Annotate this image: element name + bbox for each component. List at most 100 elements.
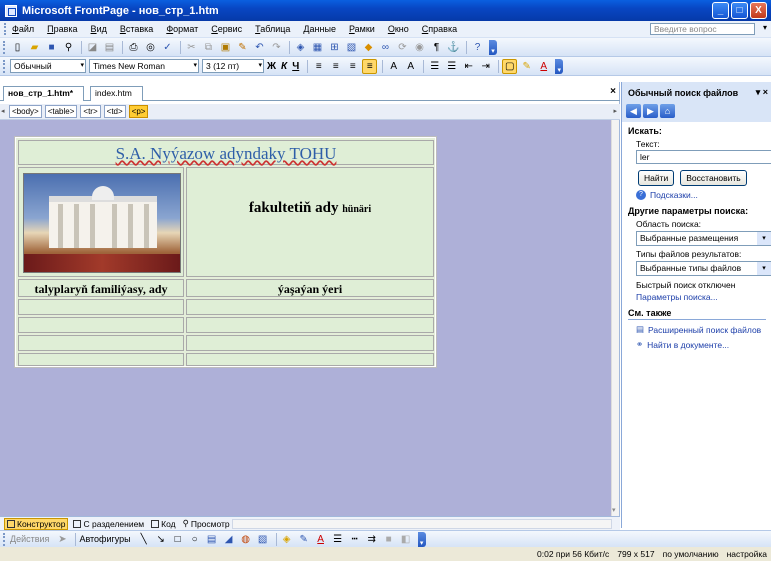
- tag-p[interactable]: <p>: [128, 105, 149, 118]
- paste-icon[interactable]: ▣: [218, 40, 233, 55]
- style-combobox[interactable]: Обычный ▾: [10, 59, 86, 73]
- tab-nov-str-1[interactable]: нов_стр_1.htm*: [3, 86, 85, 101]
- table-cell[interactable]: [18, 353, 184, 366]
- insert-layer-icon[interactable]: ⊞: [327, 40, 342, 55]
- align-left-icon[interactable]: ≡: [311, 59, 326, 74]
- hyperlink-icon[interactable]: ∞: [378, 40, 393, 55]
- copy-icon[interactable]: ⧉: [201, 40, 216, 55]
- find-button[interactable]: Найти: [638, 170, 675, 186]
- scroll-right-icon[interactable]: ▸: [613, 107, 617, 115]
- arrow-icon[interactable]: ↘: [154, 533, 168, 545]
- insert-picture-icon[interactable]: ▧: [344, 40, 359, 55]
- tag-tr[interactable]: <tr>: [80, 105, 101, 118]
- vertical-scrollbar[interactable]: ▾: [611, 120, 619, 516]
- decrease-font-icon[interactable]: A: [403, 59, 418, 74]
- bold-icon[interactable]: Ж: [267, 61, 276, 72]
- search-options-link[interactable]: Параметры поиска...: [636, 292, 766, 302]
- borders-icon[interactable]: ▢: [502, 58, 518, 74]
- web-component-icon[interactable]: ◈: [293, 40, 308, 55]
- new-page-icon[interactable]: ▯: [10, 40, 25, 55]
- underline-icon[interactable]: Ч: [292, 61, 299, 72]
- ask-question-input[interactable]: Введите вопрос: [650, 23, 755, 35]
- help-icon[interactable]: ?: [470, 40, 485, 55]
- task-pane-close-icon[interactable]: ▾ ×: [756, 87, 768, 98]
- ask-dropdown-icon[interactable]: ▾: [763, 23, 767, 32]
- scroll-left-icon[interactable]: ◂: [1, 107, 5, 115]
- menu-format[interactable]: Формат: [165, 23, 199, 35]
- page-layout-table[interactable]: S.A. Nyýazow adyndaky TOHU fakultetiň ad…: [14, 136, 437, 368]
- line-color-icon[interactable]: ✎: [297, 533, 311, 545]
- menu-tools[interactable]: Сервис: [210, 23, 243, 35]
- oval-icon[interactable]: ○: [188, 533, 202, 545]
- tag-table[interactable]: <table>: [44, 105, 78, 118]
- cut-icon[interactable]: ✂: [184, 40, 199, 55]
- toolbar-grip[interactable]: [3, 59, 6, 73]
- default-style[interactable]: по умолчанию: [663, 549, 719, 559]
- back-icon[interactable]: ◀: [626, 104, 641, 118]
- toolbar-options-icon[interactable]: ▾: [555, 58, 564, 74]
- font-color-icon[interactable]: A: [536, 59, 551, 74]
- justify-icon[interactable]: ≡: [362, 58, 378, 74]
- arrow-style-icon[interactable]: ⇉: [365, 533, 379, 545]
- file-types-select[interactable]: Выбранные типы файлов ▾: [636, 261, 771, 276]
- scroll-down-icon[interactable]: ▾: [612, 506, 616, 514]
- wordart-icon[interactable]: ◢: [222, 533, 236, 545]
- diagram-icon[interactable]: ◍: [239, 533, 253, 545]
- scope-select[interactable]: Выбранные размещения ▾: [636, 231, 771, 246]
- decrease-indent-icon[interactable]: ⇤: [461, 59, 476, 74]
- highlight-icon[interactable]: ✎: [519, 59, 534, 74]
- table-header-cell[interactable]: ýaşaýan ýeri: [186, 279, 434, 297]
- textbox-icon[interactable]: ▤: [205, 533, 219, 545]
- drawing-icon[interactable]: ◆: [361, 40, 376, 55]
- align-right-icon[interactable]: ≡: [345, 59, 360, 74]
- shadow-icon[interactable]: ■: [382, 533, 396, 545]
- tab-index[interactable]: index.htm: [90, 86, 143, 101]
- hints-link[interactable]: ? Подсказки...: [636, 190, 766, 200]
- fold-icon[interactable]: ⚓: [446, 40, 461, 55]
- table-header-cell[interactable]: talyplaryň familiýasy, ady: [18, 279, 184, 297]
- picture-icon[interactable]: ▧: [256, 533, 270, 545]
- spelling-icon[interactable]: ✓: [160, 40, 175, 55]
- tab-code[interactable]: Код: [149, 519, 177, 529]
- increase-indent-icon[interactable]: ⇥: [478, 59, 493, 74]
- 3d-icon[interactable]: ◧: [399, 533, 413, 545]
- format-painter-icon[interactable]: ✎: [235, 40, 250, 55]
- undo-icon[interactable]: ↶: [252, 40, 267, 55]
- autoshapes-menu[interactable]: Автофигуры: [79, 534, 130, 544]
- menu-data[interactable]: Данные: [302, 23, 337, 35]
- advanced-search-link[interactable]: ▤ Расширенный поиск файлов: [636, 324, 766, 335]
- menu-table[interactable]: Таблица: [254, 23, 291, 35]
- rectangle-icon[interactable]: □: [171, 533, 185, 545]
- toolbar-grip[interactable]: [3, 532, 6, 546]
- toggle-pane-icon[interactable]: ▤: [102, 40, 117, 55]
- preview-icon[interactable]: ◎: [143, 40, 158, 55]
- page-size[interactable]: 799 x 517: [617, 549, 654, 559]
- line-style-icon[interactable]: ☰: [331, 533, 345, 545]
- find-in-document-link[interactable]: ⚭ Найти в документе...: [636, 339, 766, 350]
- close-button[interactable]: X: [750, 2, 767, 19]
- tag-body[interactable]: <body>: [9, 105, 42, 118]
- tag-td[interactable]: <td>: [103, 105, 126, 118]
- frontpage-app-icon[interactable]: [5, 4, 17, 17]
- menu-grip[interactable]: [4, 23, 7, 35]
- table-cell[interactable]: [18, 317, 184, 333]
- tab-preview[interactable]: ⚲ Просмотр: [181, 518, 232, 529]
- settings-status[interactable]: настройка: [727, 549, 767, 559]
- font-size-combobox[interactable]: 3 (12 пт) ▾: [202, 59, 264, 73]
- save-icon[interactable]: ■: [44, 40, 59, 55]
- faculty-cell[interactable]: fakultetiň ady hünäri: [186, 167, 434, 277]
- table-cell[interactable]: [186, 353, 434, 366]
- show-all-icon[interactable]: ¶: [429, 40, 444, 55]
- toolbar-options-icon[interactable]: ▾: [489, 39, 497, 55]
- stop-icon[interactable]: ◉: [412, 40, 427, 55]
- select-pointer-icon[interactable]: ➤: [55, 533, 69, 545]
- italic-icon[interactable]: К: [281, 61, 287, 72]
- align-center-icon[interactable]: ≡: [328, 59, 343, 74]
- menu-file[interactable]: Файл: [11, 23, 35, 35]
- toolbar-grip[interactable]: [3, 40, 6, 54]
- photo-cell[interactable]: [18, 167, 184, 277]
- menu-frames[interactable]: Рамки: [348, 23, 376, 35]
- restore-button[interactable]: Восстановить: [680, 170, 747, 186]
- home-icon[interactable]: ⌂: [660, 104, 675, 118]
- dash-style-icon[interactable]: ┅: [348, 533, 362, 545]
